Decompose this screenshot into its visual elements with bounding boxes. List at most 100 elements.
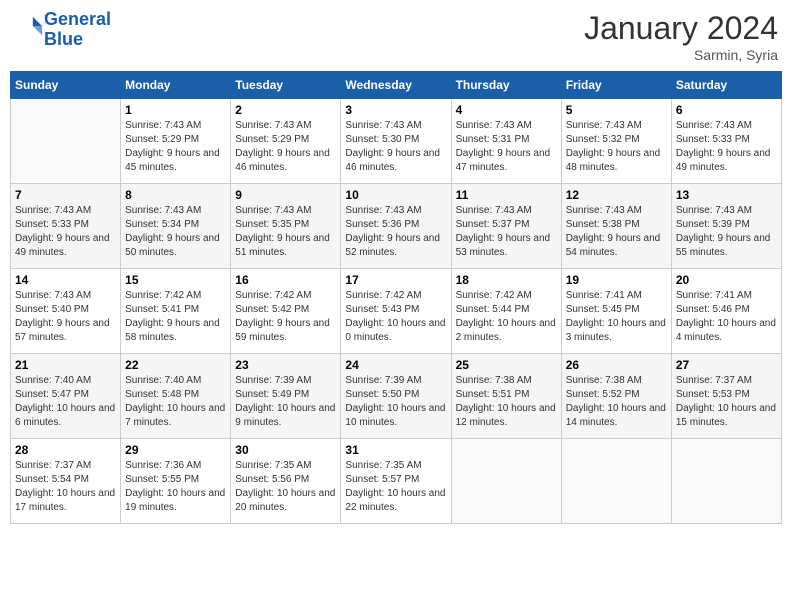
- calendar-cell: 5 Sunrise: 7:43 AM Sunset: 5:32 PM Dayli…: [561, 99, 671, 184]
- day-info: Sunrise: 7:42 AM Sunset: 5:42 PM Dayligh…: [235, 289, 336, 345]
- daylight-label: Daylight: 9 hours and 49 minutes.: [15, 233, 110, 258]
- day-number: 9: [235, 188, 336, 202]
- day-info: Sunrise: 7:43 AM Sunset: 5:37 PM Dayligh…: [456, 204, 557, 260]
- weekday-header-tuesday: Tuesday: [231, 72, 341, 99]
- sunrise-label: Sunrise: 7:43 AM: [566, 120, 642, 131]
- day-info: Sunrise: 7:37 AM Sunset: 5:54 PM Dayligh…: [15, 459, 116, 515]
- sunset-label: Sunset: 5:52 PM: [566, 389, 640, 400]
- day-number: 4: [456, 103, 557, 117]
- sunset-label: Sunset: 5:51 PM: [456, 389, 530, 400]
- sunrise-label: Sunrise: 7:43 AM: [676, 120, 752, 131]
- calendar-cell: 26 Sunrise: 7:38 AM Sunset: 5:52 PM Dayl…: [561, 354, 671, 439]
- day-info: Sunrise: 7:39 AM Sunset: 5:50 PM Dayligh…: [345, 374, 446, 430]
- sunrise-label: Sunrise: 7:41 AM: [676, 290, 752, 301]
- calendar-cell: [451, 439, 561, 524]
- day-number: 6: [676, 103, 777, 117]
- sunrise-label: Sunrise: 7:41 AM: [566, 290, 642, 301]
- calendar-cell: 3 Sunrise: 7:43 AM Sunset: 5:30 PM Dayli…: [341, 99, 451, 184]
- day-number: 28: [15, 443, 116, 457]
- weekday-header-wednesday: Wednesday: [341, 72, 451, 99]
- calendar-cell: 16 Sunrise: 7:42 AM Sunset: 5:42 PM Dayl…: [231, 269, 341, 354]
- sunset-label: Sunset: 5:40 PM: [15, 304, 89, 315]
- title-block: January 2024 Sarmin, Syria: [584, 10, 778, 63]
- sunrise-label: Sunrise: 7:38 AM: [566, 375, 642, 386]
- day-info: Sunrise: 7:43 AM Sunset: 5:40 PM Dayligh…: [15, 289, 116, 345]
- day-number: 27: [676, 358, 777, 372]
- day-number: 17: [345, 273, 446, 287]
- sunrise-label: Sunrise: 7:43 AM: [345, 120, 421, 131]
- daylight-label: Daylight: 9 hours and 52 minutes.: [345, 233, 440, 258]
- day-number: 3: [345, 103, 446, 117]
- calendar-cell: 4 Sunrise: 7:43 AM Sunset: 5:31 PM Dayli…: [451, 99, 561, 184]
- sunset-label: Sunset: 5:46 PM: [676, 304, 750, 315]
- day-info: Sunrise: 7:43 AM Sunset: 5:31 PM Dayligh…: [456, 119, 557, 175]
- sunset-label: Sunset: 5:33 PM: [676, 134, 750, 145]
- calendar-cell: 18 Sunrise: 7:42 AM Sunset: 5:44 PM Dayl…: [451, 269, 561, 354]
- sunset-label: Sunset: 5:41 PM: [125, 304, 199, 315]
- sunrise-label: Sunrise: 7:36 AM: [125, 460, 201, 471]
- day-info: Sunrise: 7:43 AM Sunset: 5:34 PM Dayligh…: [125, 204, 226, 260]
- weekday-header-saturday: Saturday: [671, 72, 781, 99]
- sunrise-label: Sunrise: 7:43 AM: [15, 290, 91, 301]
- day-number: 16: [235, 273, 336, 287]
- sunset-label: Sunset: 5:30 PM: [345, 134, 419, 145]
- day-info: Sunrise: 7:40 AM Sunset: 5:48 PM Dayligh…: [125, 374, 226, 430]
- month-title: January 2024: [584, 10, 778, 47]
- sunrise-label: Sunrise: 7:42 AM: [125, 290, 201, 301]
- daylight-label: Daylight: 9 hours and 46 minutes.: [345, 148, 440, 173]
- sunrise-label: Sunrise: 7:40 AM: [125, 375, 201, 386]
- calendar-cell: 6 Sunrise: 7:43 AM Sunset: 5:33 PM Dayli…: [671, 99, 781, 184]
- day-info: Sunrise: 7:35 AM Sunset: 5:57 PM Dayligh…: [345, 459, 446, 515]
- sunrise-label: Sunrise: 7:39 AM: [345, 375, 421, 386]
- sunset-label: Sunset: 5:34 PM: [125, 219, 199, 230]
- calendar-cell: 8 Sunrise: 7:43 AM Sunset: 5:34 PM Dayli…: [121, 184, 231, 269]
- daylight-label: Daylight: 10 hours and 3 minutes.: [566, 318, 666, 343]
- daylight-label: Daylight: 10 hours and 20 minutes.: [235, 488, 335, 513]
- sunrise-label: Sunrise: 7:43 AM: [235, 205, 311, 216]
- daylight-label: Daylight: 10 hours and 6 minutes.: [15, 403, 115, 428]
- sunset-label: Sunset: 5:44 PM: [456, 304, 530, 315]
- calendar-cell: 22 Sunrise: 7:40 AM Sunset: 5:48 PM Dayl…: [121, 354, 231, 439]
- daylight-label: Daylight: 10 hours and 4 minutes.: [676, 318, 776, 343]
- daylight-label: Daylight: 10 hours and 2 minutes.: [456, 318, 556, 343]
- calendar-cell: 21 Sunrise: 7:40 AM Sunset: 5:47 PM Dayl…: [11, 354, 121, 439]
- sunset-label: Sunset: 5:43 PM: [345, 304, 419, 315]
- sunset-label: Sunset: 5:29 PM: [125, 134, 199, 145]
- daylight-label: Daylight: 10 hours and 15 minutes.: [676, 403, 776, 428]
- sunset-label: Sunset: 5:29 PM: [235, 134, 309, 145]
- calendar-cell: 31 Sunrise: 7:35 AM Sunset: 5:57 PM Dayl…: [341, 439, 451, 524]
- sunrise-label: Sunrise: 7:40 AM: [15, 375, 91, 386]
- daylight-label: Daylight: 9 hours and 57 minutes.: [15, 318, 110, 343]
- calendar-table: SundayMondayTuesdayWednesdayThursdayFrid…: [10, 71, 782, 524]
- calendar-week-5: 28 Sunrise: 7:37 AM Sunset: 5:54 PM Dayl…: [11, 439, 782, 524]
- day-number: 8: [125, 188, 226, 202]
- sunrise-label: Sunrise: 7:43 AM: [125, 205, 201, 216]
- calendar-cell: 13 Sunrise: 7:43 AM Sunset: 5:39 PM Dayl…: [671, 184, 781, 269]
- sunrise-label: Sunrise: 7:43 AM: [676, 205, 752, 216]
- calendar-cell: 9 Sunrise: 7:43 AM Sunset: 5:35 PM Dayli…: [231, 184, 341, 269]
- day-info: Sunrise: 7:39 AM Sunset: 5:49 PM Dayligh…: [235, 374, 336, 430]
- day-number: 13: [676, 188, 777, 202]
- day-info: Sunrise: 7:43 AM Sunset: 5:29 PM Dayligh…: [235, 119, 336, 175]
- calendar-cell: 24 Sunrise: 7:39 AM Sunset: 5:50 PM Dayl…: [341, 354, 451, 439]
- daylight-label: Daylight: 9 hours and 58 minutes.: [125, 318, 220, 343]
- page-header: GeneralBlue January 2024 Sarmin, Syria: [10, 10, 782, 63]
- day-info: Sunrise: 7:43 AM Sunset: 5:29 PM Dayligh…: [125, 119, 226, 175]
- day-info: Sunrise: 7:42 AM Sunset: 5:44 PM Dayligh…: [456, 289, 557, 345]
- sunrise-label: Sunrise: 7:43 AM: [456, 205, 532, 216]
- day-info: Sunrise: 7:38 AM Sunset: 5:51 PM Dayligh…: [456, 374, 557, 430]
- day-number: 29: [125, 443, 226, 457]
- daylight-label: Daylight: 9 hours and 55 minutes.: [676, 233, 771, 258]
- daylight-label: Daylight: 9 hours and 54 minutes.: [566, 233, 661, 258]
- day-number: 5: [566, 103, 667, 117]
- sunset-label: Sunset: 5:47 PM: [15, 389, 89, 400]
- daylight-label: Daylight: 10 hours and 14 minutes.: [566, 403, 666, 428]
- day-info: Sunrise: 7:37 AM Sunset: 5:53 PM Dayligh…: [676, 374, 777, 430]
- logo-icon: [16, 13, 44, 41]
- sunrise-label: Sunrise: 7:35 AM: [345, 460, 421, 471]
- calendar-cell: 2 Sunrise: 7:43 AM Sunset: 5:29 PM Dayli…: [231, 99, 341, 184]
- sunrise-label: Sunrise: 7:42 AM: [345, 290, 421, 301]
- day-number: 30: [235, 443, 336, 457]
- day-number: 26: [566, 358, 667, 372]
- day-info: Sunrise: 7:43 AM Sunset: 5:33 PM Dayligh…: [15, 204, 116, 260]
